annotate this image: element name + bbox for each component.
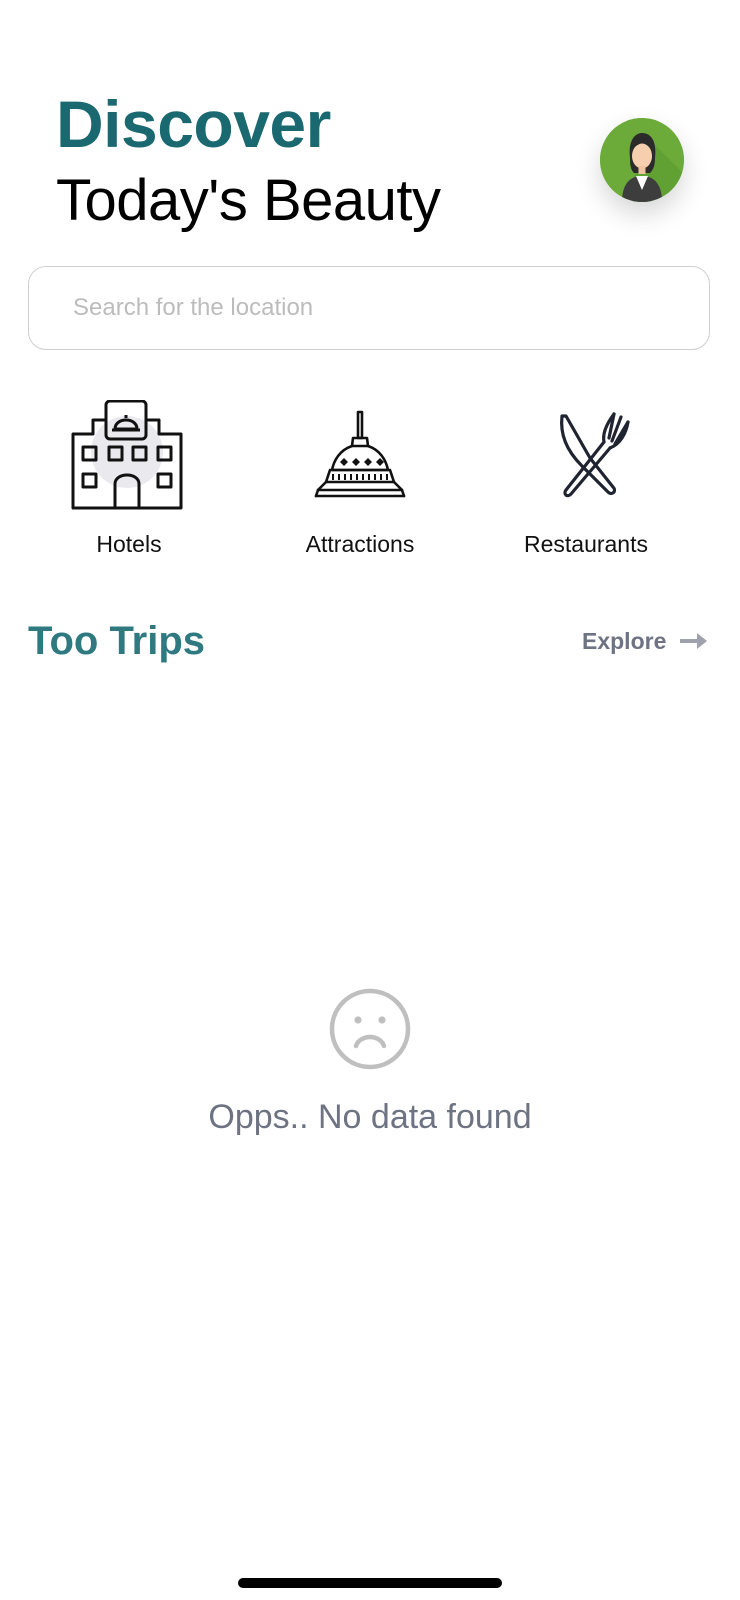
arrow-right-icon (680, 633, 708, 649)
category-attractions[interactable]: Attractions (260, 400, 460, 570)
search-input[interactable] (73, 267, 673, 348)
person-avatar-icon (600, 118, 684, 202)
page-subtitle: Today's Beauty (56, 168, 441, 233)
category-label: Restaurants (523, 531, 648, 557)
page-title: Discover (56, 87, 331, 161)
empty-state-message: Opps.. No data found (208, 1098, 532, 1136)
explore-label: Explore (582, 627, 667, 654)
category-hotels[interactable]: Hotels (29, 400, 229, 570)
sad-face-icon (329, 988, 411, 1070)
temple-stupa-icon (314, 410, 406, 498)
section-title-too-trips: Too Trips (28, 619, 206, 663)
hotel-building-icon (71, 400, 183, 510)
category-restaurants[interactable]: Restaurants (486, 400, 686, 570)
avatar[interactable] (600, 118, 684, 202)
explore-link[interactable]: Explore (582, 624, 708, 658)
search-bar (28, 266, 710, 350)
category-label: Hotels (96, 531, 162, 557)
home-indicator[interactable] (238, 1578, 502, 1588)
fork-knife-icon (560, 412, 630, 498)
category-label: Attractions (305, 531, 415, 557)
